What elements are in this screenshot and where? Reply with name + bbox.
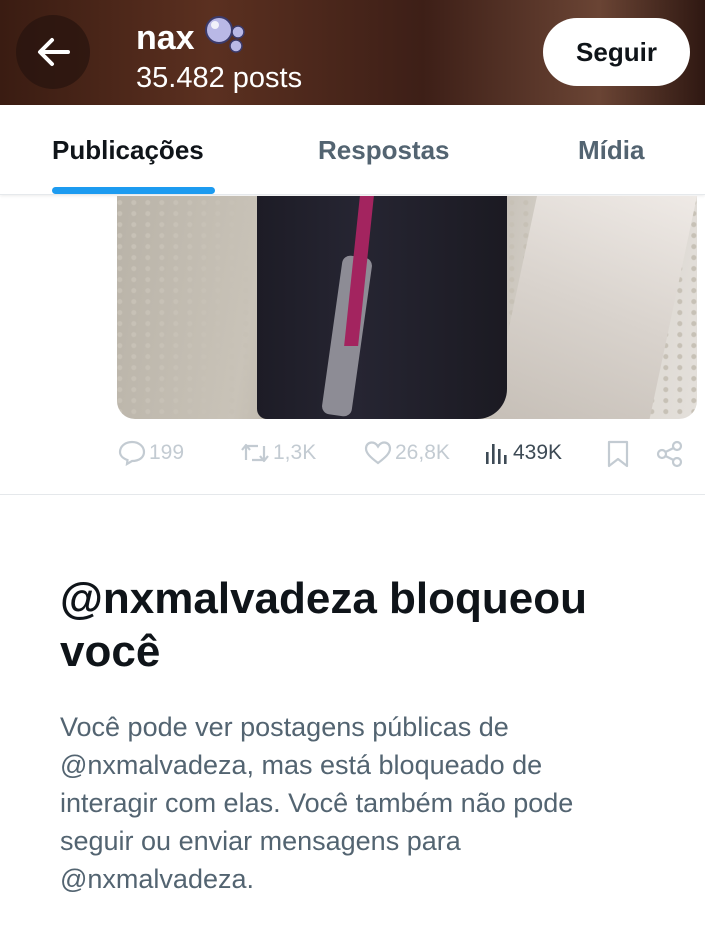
profile-tabs: Publicações Respostas Mídia: [0, 105, 705, 195]
post-media-image[interactable]: [117, 196, 697, 419]
bookmark-icon: [607, 440, 629, 468]
profile-header: nax 35.482 posts Seguir: [0, 0, 705, 105]
repost-icon: [241, 443, 269, 463]
views-icon: [486, 444, 507, 464]
reply-button[interactable]: 199: [118, 440, 184, 466]
repost-button[interactable]: 1,3K: [240, 440, 316, 466]
blocked-title: @nxmalvadeza bloqueou você: [60, 574, 588, 676]
reply-icon: [118, 440, 146, 466]
tab-respostas[interactable]: Respostas: [318, 105, 450, 195]
media-snow-ridge: [489, 196, 697, 419]
views-button[interactable]: 439K: [484, 440, 562, 466]
profile-name: nax: [136, 14, 251, 63]
like-button[interactable]: 26,8K: [364, 440, 450, 466]
share-icon: [656, 440, 683, 468]
post-actions: 199 1,3K 26,8K 439K: [0, 430, 705, 480]
blocked-description: Você pode ver postagens públicas de @nxm…: [60, 712, 574, 894]
heart-icon: [364, 441, 392, 465]
media-figure: [257, 196, 507, 419]
reply-count: 199: [149, 441, 185, 464]
views-count: 439K: [513, 441, 563, 464]
section-divider: [0, 494, 705, 495]
active-tab-indicator: [52, 187, 215, 194]
tab-publicacoes[interactable]: Publicações: [52, 105, 204, 195]
follow-button[interactable]: Seguir: [543, 18, 690, 86]
bookmark-button[interactable]: [606, 440, 633, 468]
posts-count: 35.482 posts: [136, 62, 303, 94]
like-count: 26,8K: [395, 441, 450, 464]
repost-count: 1,3K: [273, 441, 317, 464]
arrow-left-icon: [38, 38, 70, 66]
share-button[interactable]: [656, 440, 687, 468]
back-button[interactable]: [16, 15, 90, 89]
profile-name-text: nax: [136, 19, 195, 57]
tab-midia[interactable]: Mídia: [578, 105, 644, 195]
bubbles-icon: [203, 14, 251, 63]
